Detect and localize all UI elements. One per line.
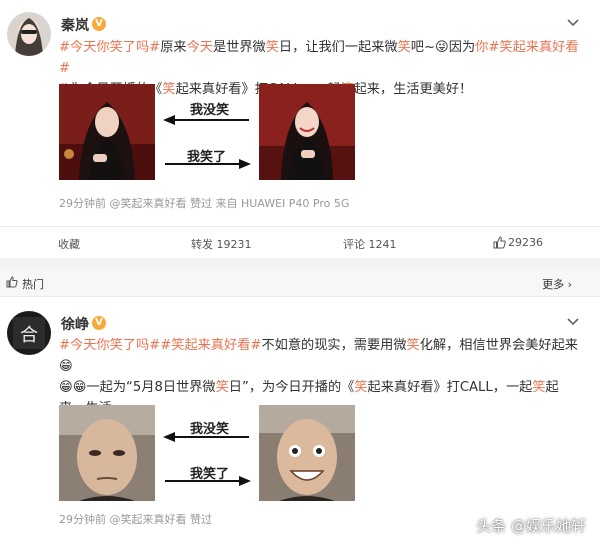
author-name[interactable]: 秦岚 bbox=[61, 15, 89, 35]
highlight-text: 笑 bbox=[397, 40, 411, 55]
hot-label: 热门 bbox=[22, 278, 44, 291]
more-link[interactable]: 更多 › bbox=[542, 276, 572, 292]
arrow-label-not-smiling: 我没笑 bbox=[190, 103, 230, 118]
weibo-post-qinlan: 秦岚 V #今天你笑了吗#原来今天是世界微笑日，让我们一起来微笑吧~😜因为你#笑… bbox=[0, 0, 600, 226]
avatar[interactable]: 合 bbox=[7, 311, 51, 355]
watermark: 头条 @娱乐她轩 bbox=[476, 517, 586, 535]
chevron-down-icon[interactable] bbox=[566, 315, 580, 329]
hot-section-bar: 热门 更多 › bbox=[0, 268, 600, 297]
highlight-text: 笑 bbox=[171, 338, 185, 353]
arrow-label-not-smiling: 我没笑 bbox=[190, 422, 230, 437]
text-segment: 吧~😜因为 bbox=[410, 40, 476, 55]
avatar[interactable] bbox=[7, 12, 51, 56]
collect-button[interactable]: 收藏 bbox=[58, 236, 80, 252]
verified-badge-icon: V bbox=[92, 17, 106, 31]
text-segment: 是世界微 bbox=[212, 40, 266, 55]
verified-badge-icon: V bbox=[92, 316, 106, 330]
text-segment: 起来，生活更美好！ bbox=[353, 82, 473, 97]
section-divider bbox=[0, 258, 600, 268]
post-image[interactable] bbox=[259, 405, 355, 501]
highlight-text: 今天 bbox=[186, 40, 213, 55]
text-segment: 原来 bbox=[160, 40, 187, 55]
svg-text:合: 合 bbox=[20, 325, 38, 346]
hashtag-link[interactable]: #今天你笑了吗# bbox=[59, 338, 160, 353]
highlight-text: 笑 bbox=[265, 40, 279, 55]
highlight-text: 你 bbox=[475, 40, 489, 55]
text-segment: 日，让我们一起来微 bbox=[278, 40, 398, 55]
text-segment: 日”，为今日开播的《 bbox=[228, 380, 355, 395]
post-meta: 29分钟前 @笑起来真好看 赞过 bbox=[59, 513, 212, 526]
thumbs-up-icon[interactable] bbox=[493, 236, 506, 249]
author-name[interactable]: 徐峥 bbox=[61, 314, 89, 334]
like-count[interactable]: 29236 bbox=[508, 236, 543, 249]
hashtag-link[interactable]: 起来真好看# bbox=[184, 338, 261, 353]
post-meta: 29分钟前 @笑起来真好看 赞过 来自 HUAWEI P40 Pro 5G bbox=[59, 197, 350, 210]
weibo-post-xuzheng: 合 徐峥 V #今天你笑了吗##笑起来真好看#不如意的现实，需要用微笑化解，相信… bbox=[0, 297, 600, 548]
highlight-text: 笑 bbox=[532, 380, 546, 395]
hashtag-link[interactable]: #今天你笑了吗# bbox=[59, 40, 160, 55]
highlight-text: 笑 bbox=[162, 82, 176, 97]
highlight-text: 笑 bbox=[406, 338, 420, 353]
highlight-text: 笑 bbox=[354, 380, 368, 395]
text-segment: 起来真好看》打CALL，一起 bbox=[367, 380, 533, 395]
post-image[interactable] bbox=[59, 84, 155, 180]
repost-button[interactable]: 转发 19231 bbox=[191, 236, 252, 252]
arrow-label-smiling: 我笑了 bbox=[187, 150, 227, 165]
text-segment: 不如意的现实，需要用微 bbox=[261, 338, 407, 353]
arrow-label-smiling: 我笑了 bbox=[190, 467, 230, 482]
post-image[interactable] bbox=[59, 405, 155, 501]
post-action-bar: 收藏 转发 19231 评论 1241 29236 bbox=[0, 226, 600, 258]
chevron-down-icon[interactable] bbox=[566, 16, 580, 30]
hashtag-link[interactable]: # bbox=[160, 338, 171, 353]
post-image[interactable] bbox=[259, 84, 355, 180]
highlight-text: 笑 bbox=[215, 380, 229, 395]
thumbs-up-icon bbox=[6, 276, 18, 288]
text-segment: 😁😁一起为“5月8日世界微 bbox=[59, 380, 216, 395]
comment-button[interactable]: 评论 1241 bbox=[343, 236, 397, 252]
